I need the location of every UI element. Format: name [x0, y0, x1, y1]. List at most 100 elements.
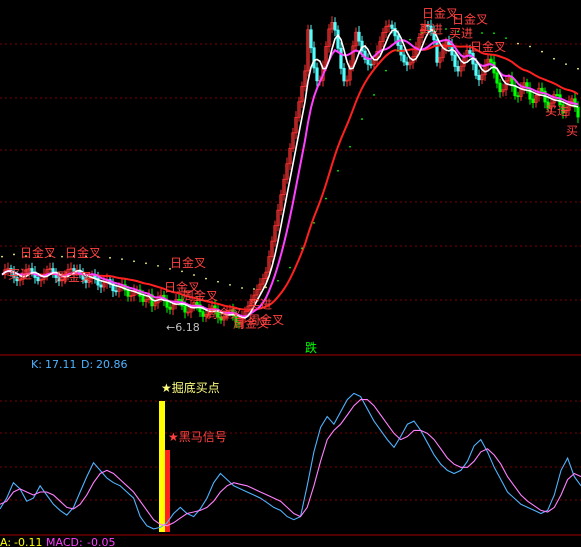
- candle-body: [114, 290, 118, 293]
- candle-body: [402, 54, 406, 63]
- trail-dot: [505, 37, 507, 40]
- trail-dot: [529, 45, 531, 48]
- trail-dot: [289, 266, 291, 269]
- trail-dot: [265, 286, 267, 289]
- signal-label: 周金叉: [182, 288, 218, 303]
- signal-label: 周金叉: [56, 269, 92, 284]
- trend-indicator-text: 跌: [305, 340, 317, 355]
- stock-chart: 日金叉 日金叉买进 周金叉日金叉日金叉周金叉周金叉周金叉买进周金叉日金叉买进日金叉买…: [0, 0, 581, 547]
- candle-body: [36, 277, 40, 282]
- trail-dot: [217, 280, 219, 283]
- signal-label: 日金叉: [470, 39, 506, 54]
- annotation-dark-horse: ★黑马信号: [168, 430, 227, 444]
- trail-dot: [205, 277, 207, 280]
- signal-label: 买进: [248, 297, 272, 311]
- candle-body: [309, 29, 313, 49]
- k-value: 17.11: [45, 358, 77, 371]
- trail-dot: [157, 264, 159, 267]
- trail-dot: [553, 57, 555, 60]
- macd-value: -0.05: [87, 536, 115, 547]
- candle-body: [495, 72, 499, 84]
- trail-dot: [481, 32, 483, 34]
- trail-dot: [13, 253, 15, 256]
- trail-dot: [397, 49, 399, 52]
- signal-label: 日金叉: [170, 255, 206, 270]
- trail-dot: [277, 279, 279, 282]
- candle-body: [498, 82, 502, 93]
- trail-dot: [517, 42, 519, 45]
- candle-body: [333, 22, 337, 31]
- trail-dot: [313, 222, 315, 224]
- candle-body: [126, 289, 130, 297]
- trail-dot: [361, 118, 363, 120]
- candle-body: [474, 63, 478, 76]
- trail-dot: [181, 270, 183, 273]
- trail-dot: [229, 283, 231, 286]
- candle-body: [555, 94, 559, 96]
- trail-dot: [409, 38, 411, 41]
- candle-body: [528, 87, 532, 100]
- trail-dot: [493, 32, 495, 35]
- trail-dot: [565, 63, 567, 66]
- signal-label: 买进: [545, 104, 569, 118]
- trail-dot: [133, 260, 135, 263]
- candle-body: [99, 284, 103, 288]
- candle-body: [540, 87, 544, 92]
- trail-dot: [61, 255, 63, 258]
- candle-body: [435, 39, 439, 63]
- candle-body: [576, 106, 580, 118]
- candle-body: [339, 47, 343, 69]
- d-value: 20.86: [96, 358, 128, 371]
- trail-dot: [145, 262, 147, 265]
- candle-body: [201, 311, 205, 317]
- trail-dot: [349, 145, 351, 148]
- trail-dot: [301, 247, 303, 250]
- d-label: D:: [81, 358, 93, 371]
- trail-dot: [577, 67, 579, 70]
- trail-dot: [241, 287, 243, 289]
- candle-body: [177, 299, 181, 301]
- trail-dot: [109, 256, 111, 259]
- candle-body: [366, 58, 370, 65]
- candle-body: [315, 67, 319, 82]
- annotation-bottom-buy: ★掘底买点: [161, 380, 220, 395]
- candle-body: [336, 29, 340, 49]
- candle-body: [531, 98, 535, 103]
- signal-label: 买进: [419, 23, 443, 37]
- signal-bar: [159, 401, 165, 532]
- signal-label: 买进: [449, 26, 473, 40]
- trail-dot: [385, 69, 387, 72]
- trail-dot: [193, 274, 195, 276]
- trail-dot: [373, 94, 375, 96]
- trail-dot: [121, 258, 123, 261]
- signal-label: 日金叉: [65, 245, 101, 260]
- macd-label: MACD:: [46, 536, 83, 547]
- min-price-label: ←6.18: [166, 321, 200, 334]
- k-label: K:: [31, 358, 42, 371]
- candle-body: [489, 58, 493, 63]
- candle-body: [405, 61, 409, 66]
- candle-body: [516, 95, 520, 98]
- candle-body: [312, 47, 316, 69]
- a-label: A:: [0, 536, 11, 547]
- candle-body: [453, 54, 457, 67]
- macd-footer: A: -0.11 MACD: -0.05: [0, 536, 115, 547]
- candle-body: [183, 305, 187, 313]
- trail-dot: [1, 255, 3, 258]
- signal-label: 买: [566, 124, 578, 138]
- a-value: -0.11: [14, 536, 42, 547]
- trail-dot: [325, 197, 327, 200]
- candle-body: [168, 306, 172, 310]
- candle-body: [369, 63, 373, 66]
- candle-body: [342, 67, 346, 82]
- trail-dot: [337, 169, 339, 172]
- candle-body: [390, 24, 394, 29]
- candle-body: [477, 74, 481, 81]
- trail-dot: [445, 28, 447, 30]
- candle-body: [456, 66, 460, 72]
- signal-label: 日金叉: [20, 245, 56, 260]
- candle-body: [357, 31, 361, 42]
- candle-body: [51, 268, 55, 273]
- signal-label: 周金叉: [248, 312, 284, 327]
- candle-body: [141, 295, 145, 302]
